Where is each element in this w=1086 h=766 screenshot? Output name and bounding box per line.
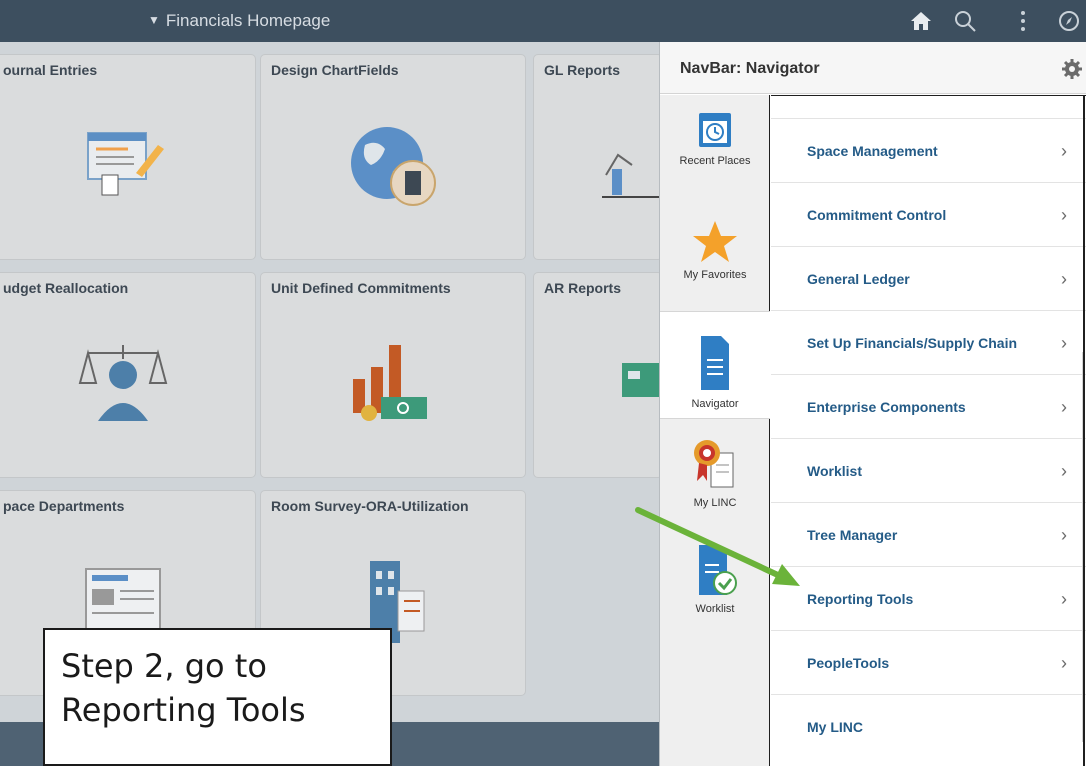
tile-title: Design ChartFields: [271, 62, 399, 78]
home-icon[interactable]: [908, 8, 934, 34]
line-chart-icon: [602, 153, 662, 198]
menu-item-label: My LINC: [807, 719, 863, 735]
chevron-right-icon: ›: [1061, 205, 1067, 225]
bar-chart-money-icon: [353, 345, 427, 421]
sidebar-label: My LINC: [693, 497, 737, 509]
chevron-right-icon: ›: [1061, 653, 1067, 673]
menu-item-reporting-tools[interactable]: Reporting Tools ›: [771, 566, 1086, 630]
tile-title: pace Departments: [3, 498, 125, 514]
chevron-right-icon: ›: [1061, 589, 1067, 609]
chevron-right-icon: ›: [1061, 141, 1067, 161]
document-icon: [701, 336, 729, 390]
tile-design-chartfields[interactable]: Design ChartFields: [260, 54, 526, 260]
tile-budget-reallocation[interactable]: udget Reallocation: [0, 272, 256, 478]
top-bar: ▼ Financials Homepage: [0, 0, 1086, 42]
sidebar-label: Worklist: [695, 603, 735, 615]
chevron-right-icon: ›: [1061, 525, 1067, 545]
search-icon[interactable]: [952, 8, 978, 34]
navbar-sidebar: Recent Places My Favorites Navigator My …: [660, 95, 770, 766]
menu-item-enterprise-components[interactable]: Enterprise Components ›: [771, 374, 1086, 438]
scales-person-icon: [78, 345, 168, 421]
callout-line-1: Step 2, go to: [61, 647, 267, 685]
menu-item-label: Tree Manager: [807, 527, 898, 543]
menu-border: [1083, 95, 1085, 766]
homepage-title: Financials Homepage: [165, 11, 331, 30]
journal-entry-icon: [87, 132, 164, 196]
navbar-panel: NavBar: Navigator Recent Places My Favor…: [659, 42, 1086, 766]
menu-item-peopletools[interactable]: PeopleTools ›: [771, 630, 1086, 694]
tile-title: Room Survey-ORA-Utilization: [271, 498, 469, 514]
gear-icon[interactable]: [1061, 58, 1083, 80]
sidebar-item-navigator[interactable]: Navigator: [660, 311, 770, 419]
more-vertical-icon[interactable]: [1010, 8, 1036, 34]
menu-item-worklist[interactable]: Worklist ›: [771, 438, 1086, 502]
menu-item-label: Worklist: [807, 463, 862, 479]
chevron-right-icon: ›: [1061, 397, 1067, 417]
menu-item-my-linc[interactable]: My LINC: [771, 694, 1086, 758]
chevron-right-icon: ›: [1061, 333, 1067, 353]
tile-title: Unit Defined Commitments: [271, 280, 451, 296]
tile-unit-defined-commitments[interactable]: Unit Defined Commitments: [260, 272, 526, 478]
sidebar-item-my-linc[interactable]: My LINC: [660, 437, 770, 545]
navigator-compass-icon[interactable]: [1056, 8, 1082, 34]
calendar-clock-icon: [699, 113, 731, 147]
tile-title: udget Reallocation: [3, 280, 129, 296]
tile-title: AR Reports: [544, 280, 622, 296]
sidebar-label: Recent Places: [679, 155, 751, 167]
money-report-icon: [622, 363, 662, 397]
menu-item-label: Enterprise Components: [807, 399, 966, 415]
sidebar-label: My Favorites: [683, 269, 747, 281]
menu-item-label: Reporting Tools: [807, 591, 914, 607]
navigator-menu: Space Management › Commitment Control › …: [771, 95, 1086, 766]
tile-journal-entries[interactable]: ournal Entries: [0, 54, 256, 260]
chevron-right-icon: ›: [1061, 269, 1067, 289]
menu-item-tree-manager[interactable]: Tree Manager ›: [771, 502, 1086, 566]
menu-item-label: PeopleTools: [807, 655, 890, 671]
navbar-header: NavBar: Navigator: [660, 42, 1086, 94]
step-callout: Step 2, go to Reporting Tools: [43, 628, 392, 766]
menu-item-commitment-control[interactable]: Commitment Control ›: [771, 182, 1086, 246]
dropdown-triangle-icon: ▼: [148, 13, 160, 27]
ribbon-award-icon: [694, 440, 734, 488]
menu-item-space-management[interactable]: Space Management ›: [771, 118, 1086, 182]
navbar-title: NavBar: Navigator: [680, 60, 820, 77]
sidebar-label: Navigator: [691, 398, 739, 410]
callout-line-2: Reporting Tools: [61, 691, 306, 729]
tile-ar-reports[interactable]: AR Reports: [533, 272, 663, 478]
menu-item-label: Commitment Control: [807, 207, 947, 223]
sidebar-item-worklist[interactable]: Worklist: [660, 539, 770, 647]
menu-item-label: General Ledger: [807, 271, 910, 287]
menu-item-setup-financials[interactable]: Set Up Financials/Supply Chain ›: [771, 310, 1086, 374]
sidebar-item-recent-places[interactable]: Recent Places: [660, 107, 770, 215]
menu-item-label: Set Up Financials/Supply Chain: [807, 335, 1018, 351]
globe-building-icon: [351, 127, 436, 206]
menu-item-general-ledger[interactable]: General Ledger ›: [771, 246, 1086, 310]
chevron-right-icon: ›: [1061, 461, 1067, 481]
star-icon: [693, 221, 737, 262]
worklist-check-icon: [699, 545, 737, 595]
tile-title: ournal Entries: [3, 62, 98, 78]
menu-item-label: Space Management: [807, 143, 938, 159]
tile-gl-reports[interactable]: GL Reports: [533, 54, 663, 260]
homepage-selector[interactable]: ▼ Financials Homepage: [148, 11, 330, 31]
tile-title: GL Reports: [544, 62, 620, 78]
